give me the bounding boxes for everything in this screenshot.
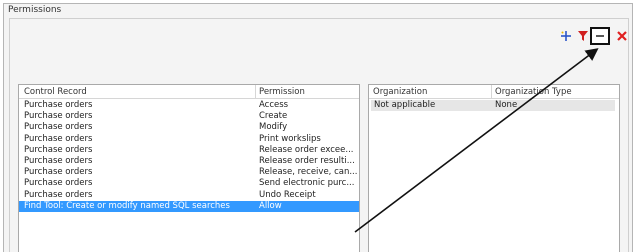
minus-icon[interactable] (590, 27, 610, 45)
table-row[interactable]: Purchase orders Undo Receipt (19, 190, 359, 201)
organization-table: Organization Organization Type Not appli… (368, 84, 620, 252)
column-header-control-record[interactable]: Control Record (24, 87, 87, 97)
column-header-organization[interactable]: Organization (373, 87, 427, 97)
cell-control-record: Purchase orders (24, 100, 93, 110)
column-separator[interactable] (255, 85, 256, 99)
cell-control-record: Purchase orders (24, 178, 93, 189)
cell-organization-type: None (495, 100, 518, 110)
table-row[interactable]: Purchase orders Send electronic purc... (19, 178, 359, 189)
column-separator[interactable] (491, 85, 492, 99)
column-header-permission[interactable]: Permission (259, 87, 305, 97)
table-row-selected[interactable]: Find Tool: Create or modify named SQL se… (19, 200, 359, 212)
add-icon[interactable] (557, 27, 575, 45)
table-header: Organization Organization Type (369, 85, 619, 99)
cell-control-record: Purchase orders (24, 156, 93, 166)
cell-permission: Print workslips (259, 133, 321, 144)
column-header-organization-type[interactable]: Organization Type (495, 87, 572, 97)
cell-control-record: Find Tool: Create or modify named SQL se… (24, 200, 230, 211)
table-row[interactable]: Purchase orders Print workslips (19, 134, 359, 145)
group-title: Permissions (8, 5, 62, 15)
cell-permission: Modify (259, 122, 288, 133)
cell-permission: Allow (259, 200, 282, 211)
table-row[interactable]: Purchase orders Access (19, 100, 359, 111)
cell-control-record: Purchase orders (24, 111, 93, 122)
cell-permission: Access (259, 100, 289, 110)
cell-permission: Undo Receipt (259, 189, 316, 200)
cell-permission: Release, receive, can... (259, 167, 357, 178)
cell-control-record: Purchase orders (24, 133, 93, 144)
toolbar (0, 27, 636, 49)
cell-permission: Create (259, 111, 288, 122)
cell-organization: Not applicable (374, 100, 436, 110)
control-record-table: Control Record Permission Purchase order… (18, 84, 360, 252)
cell-control-record: Purchase orders (24, 189, 93, 200)
table-header: Control Record Permission (19, 85, 359, 99)
table-row[interactable]: Not applicable None (371, 100, 615, 111)
table-row[interactable]: Purchase orders Modify (19, 122, 359, 133)
cell-control-record: Purchase orders (24, 167, 93, 178)
table-row[interactable]: Purchase orders Release order resulti... (19, 156, 359, 167)
cell-control-record: Purchase orders (24, 122, 93, 133)
cell-permission: Send electronic purc... (259, 178, 355, 189)
table-row[interactable]: Purchase orders Release order excee... (19, 145, 359, 156)
table-row[interactable]: Purchase orders Release, receive, can... (19, 167, 359, 178)
delete-icon[interactable] (613, 27, 631, 45)
table-row[interactable]: Purchase orders Create (19, 111, 359, 122)
cell-permission: Release order resulti... (259, 156, 355, 166)
cell-control-record: Purchase orders (24, 144, 93, 155)
cell-permission: Release order excee... (259, 144, 354, 155)
